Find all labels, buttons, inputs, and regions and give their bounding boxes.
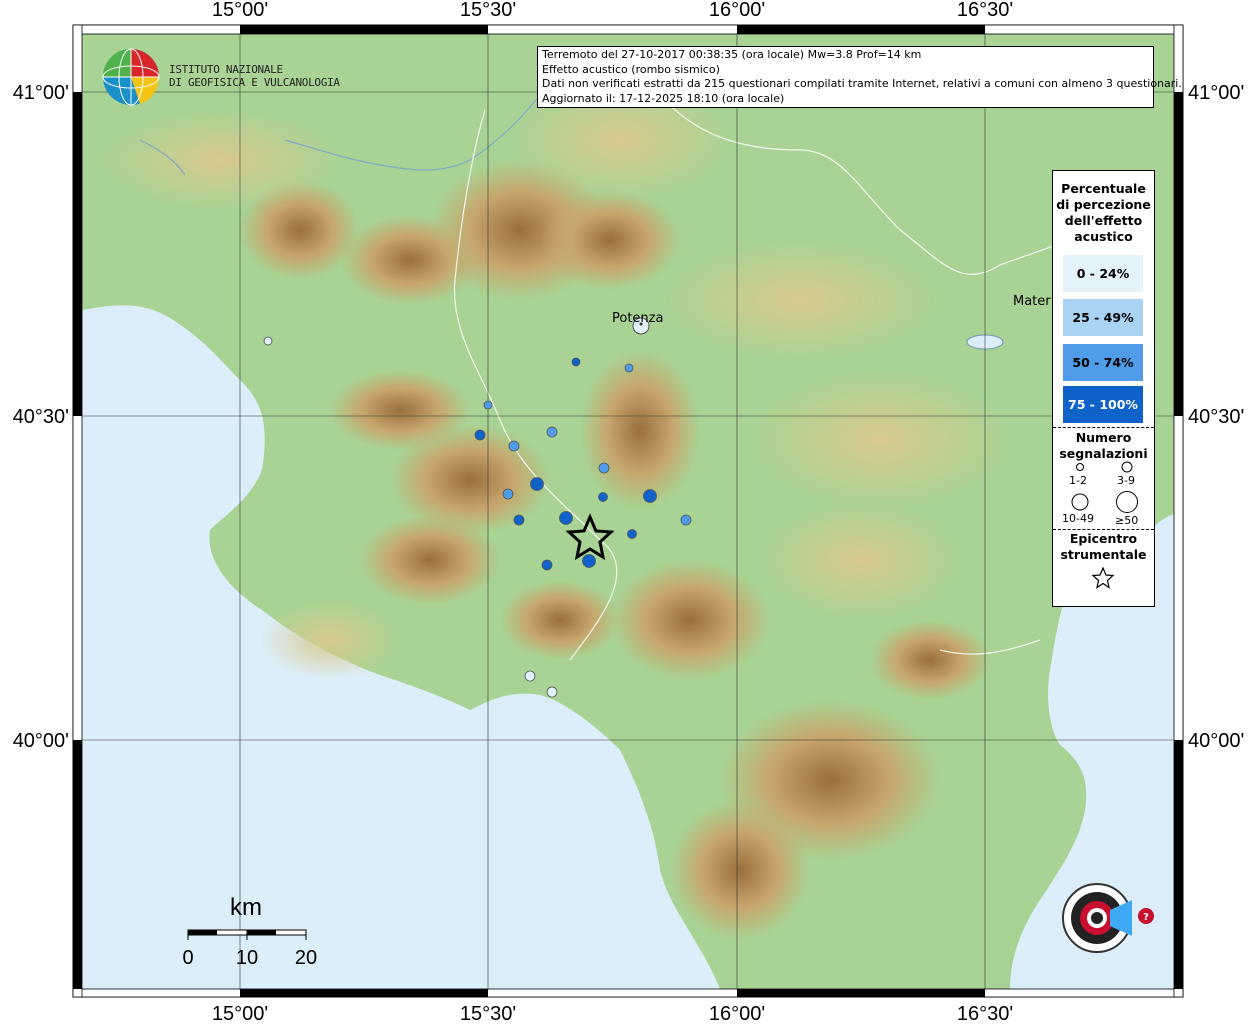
observation-point[interactable] xyxy=(502,488,514,500)
event-info-box: Terremoto del 27-10-2017 00:38:35 (ora l… xyxy=(537,46,1182,108)
observation-point[interactable] xyxy=(559,511,573,525)
lat-label-right-1: 41°00' xyxy=(1188,82,1244,104)
town-label-matera: Mater xyxy=(1013,294,1051,309)
size-label-10-49: 10-49 xyxy=(1062,512,1094,525)
size-symbol-1-2 xyxy=(1076,463,1084,471)
scale-unit: km xyxy=(230,894,262,921)
legend: Percentuale di percezione dell'effetto a… xyxy=(1052,170,1155,607)
lat-label-left-2: 40°30' xyxy=(13,406,69,428)
event-info-line4: Aggiornato il: 17-12-2025 18:10 (ora loc… xyxy=(542,91,785,105)
legend-epicenter-line2: strumentale xyxy=(1060,547,1147,562)
town-label-potenza: Potenza xyxy=(612,311,664,326)
observation-point[interactable] xyxy=(263,336,273,346)
legend-separator-1 xyxy=(1053,427,1154,428)
ingv-logo-icon xyxy=(102,48,160,106)
observation-point[interactable] xyxy=(627,529,637,539)
scale-tick-10: 10 xyxy=(236,947,258,969)
lat-label-right-3: 40°00' xyxy=(1188,730,1244,752)
observation-point[interactable] xyxy=(541,559,553,571)
observation-point[interactable] xyxy=(571,357,581,367)
lon-label-bottom-2: 15°30' xyxy=(460,1003,516,1024)
observation-point[interactable] xyxy=(546,426,558,438)
observation-point[interactable] xyxy=(474,429,486,441)
legend-class-0-24: 0 - 24% xyxy=(1063,255,1143,292)
lat-label-left-1: 41°00' xyxy=(13,82,69,104)
observation-point[interactable] xyxy=(680,514,692,526)
lon-label-top-3: 16°00' xyxy=(709,0,765,21)
lat-label-left-3: 40°00' xyxy=(13,730,69,752)
lon-label-top-1: 15°00' xyxy=(212,0,268,21)
ingv-name-line2: DI GEOFISICA E VULCANOLOGIA xyxy=(169,76,340,89)
observation-point[interactable] xyxy=(643,489,657,503)
event-info-line1: Terremoto del 27-10-2017 00:38:35 (ora l… xyxy=(542,48,922,61)
legend-class-25-49: 25 - 49% xyxy=(1063,299,1143,336)
size-symbol-3-9 xyxy=(1121,461,1133,473)
ingv-name: ISTITUTO NAZIONALE DI GEOFISICA E VULCAN… xyxy=(169,63,340,89)
size-label-3-9: 3-9 xyxy=(1117,474,1135,487)
svg-text:?: ? xyxy=(1143,912,1149,923)
lon-label-bottom-3: 16°00' xyxy=(709,1003,765,1024)
lon-label-bottom-1: 15°00' xyxy=(212,1003,268,1024)
observation-point[interactable] xyxy=(524,670,536,682)
scale-tick-20: 20 xyxy=(295,947,317,969)
observation-point[interactable] xyxy=(598,462,610,474)
observation-point[interactable] xyxy=(530,477,544,491)
legend-star-icon xyxy=(1091,567,1115,589)
event-info-line2: Effetto acustico (rombo sismico) xyxy=(542,62,720,76)
lon-label-bottom-4: 16°30' xyxy=(957,1003,1013,1024)
observation-point[interactable] xyxy=(582,554,596,568)
size-symbol-10-49 xyxy=(1071,493,1089,511)
legend-epicenter-line1: Epicentro xyxy=(1069,531,1138,546)
lon-label-top-4: 16°30' xyxy=(957,0,1013,21)
legend-class-75-100: 75 - 100% xyxy=(1063,386,1143,423)
size-symbol-50-plus xyxy=(1116,491,1138,513)
legend-title-line2: di percezione xyxy=(1056,197,1151,212)
ingv-name-line1: ISTITUTO NAZIONALE xyxy=(169,63,283,76)
legend-class-50-74: 50 - 74% xyxy=(1063,344,1143,381)
legend-title-line4: acustico xyxy=(1074,229,1133,244)
observation-point[interactable] xyxy=(598,492,608,502)
legend-count-title-line1: Numero xyxy=(1075,430,1132,445)
observation-point[interactable] xyxy=(508,440,520,452)
legend-title-line3: dell'effetto xyxy=(1064,213,1143,228)
observation-point[interactable] xyxy=(513,514,525,526)
size-label-1-2: 1-2 xyxy=(1069,474,1087,487)
legend-title: Percentuale di percezione dell'effetto a… xyxy=(1053,181,1154,245)
event-info-line3: Dati non verificati estratti da 215 ques… xyxy=(542,77,1182,90)
size-label-50-plus: ≥50 xyxy=(1115,514,1139,527)
legend-title-line1: Percentuale xyxy=(1061,181,1146,196)
observation-point[interactable] xyxy=(546,686,558,698)
legend-separator-2 xyxy=(1053,529,1154,530)
lon-label-top-2: 15°30' xyxy=(460,0,516,21)
observation-point[interactable] xyxy=(483,400,493,410)
scale-tick-0: 0 xyxy=(182,947,193,969)
legend-epicenter-title: Epicentro strumentale xyxy=(1053,531,1154,563)
lat-label-right-2: 40°30' xyxy=(1188,406,1244,428)
observation-point[interactable] xyxy=(624,363,634,373)
